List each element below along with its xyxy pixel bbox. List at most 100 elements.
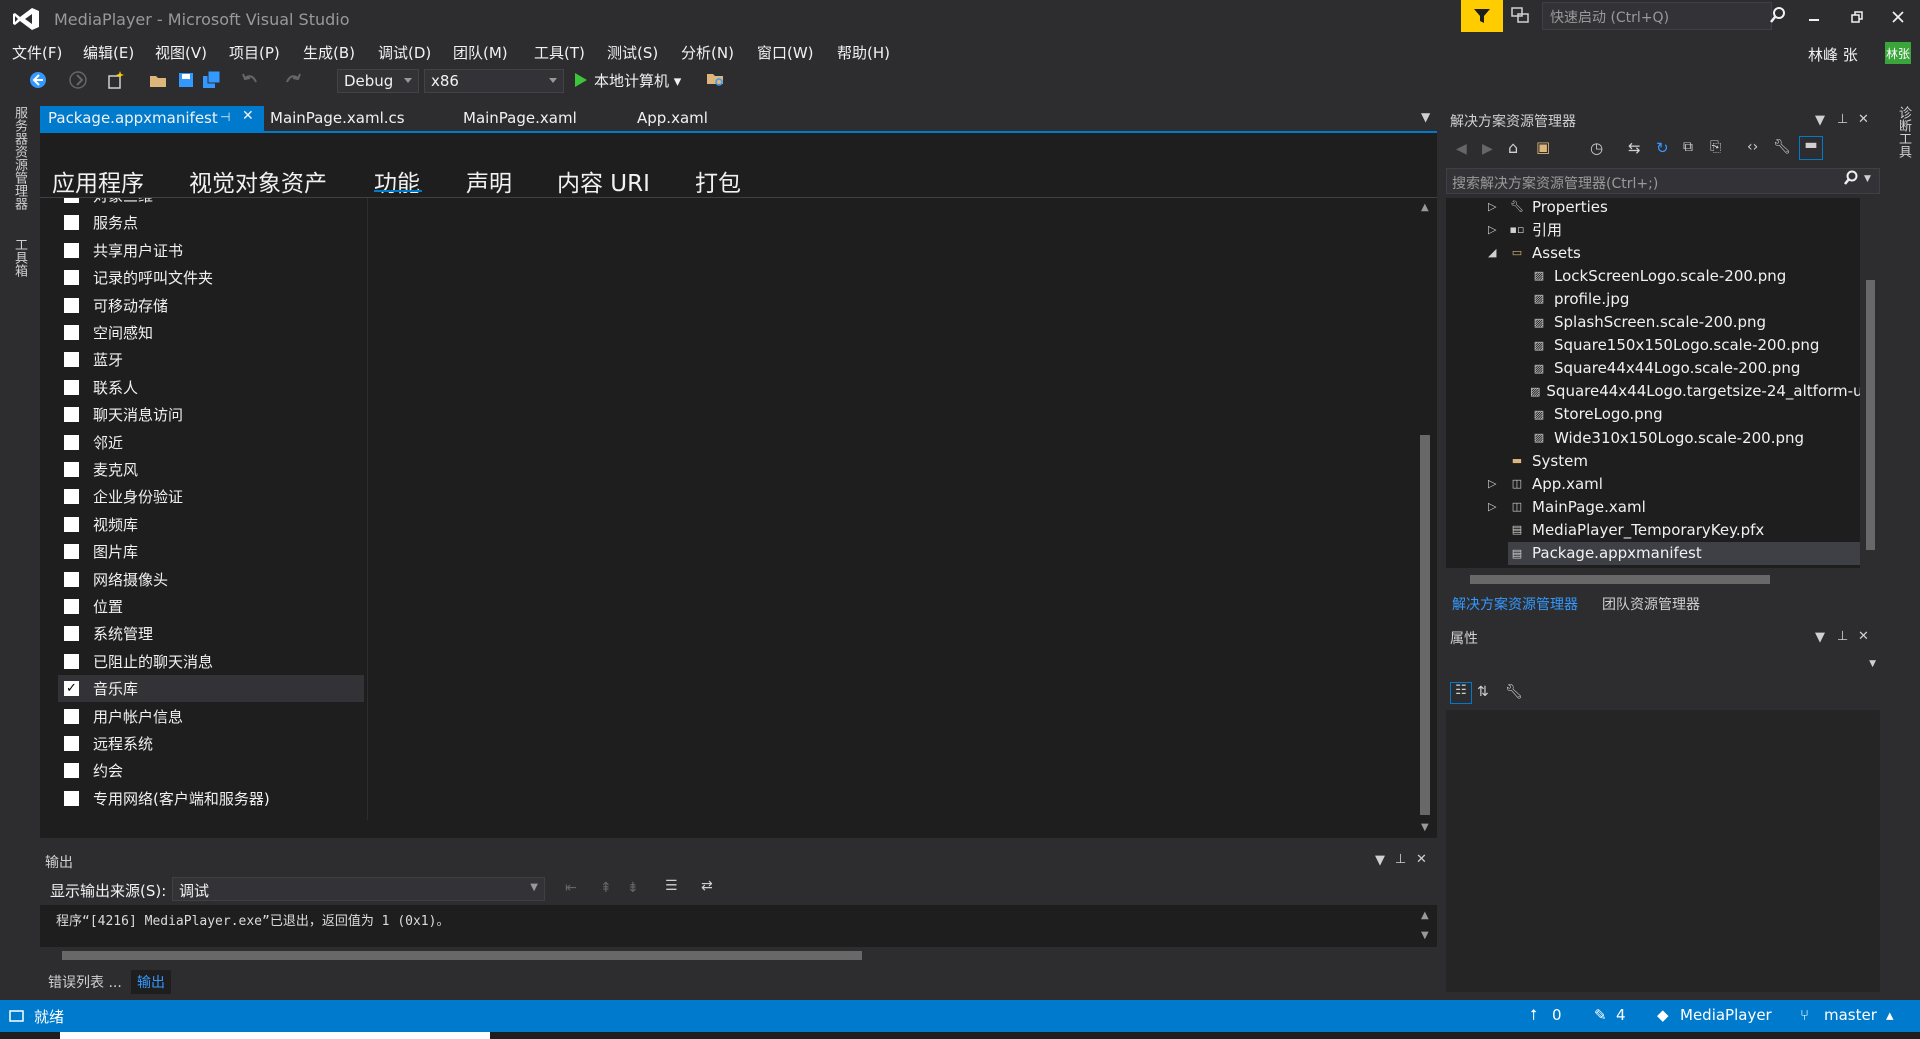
repo-icon[interactable]: ◆ <box>1657 1006 1669 1024</box>
unpublished-count[interactable]: 0 <box>1552 1006 1562 1024</box>
tab-app-xaml[interactable]: App.xaml <box>629 106 716 131</box>
forward-icon[interactable] <box>68 70 88 90</box>
menu-project[interactable]: 项目(P) <box>229 42 280 63</box>
capability-checkbox[interactable] <box>64 708 79 724</box>
capability-item[interactable]: 蓝牙 <box>58 346 364 373</box>
tab-mainpage-xaml-cs[interactable]: MainPage.xaml.cs <box>262 106 413 131</box>
se-forward-icon[interactable]: ▶ <box>1482 141 1493 157</box>
tree-node[interactable]: ▨ Square44x44Logo.scale-200.png <box>1530 357 1860 380</box>
se-back-icon[interactable]: ◀ <box>1456 141 1467 157</box>
solution-config-select[interactable]: Debug <box>337 69 419 93</box>
expand-icon[interactable]: ▷ <box>1488 500 1496 513</box>
menu-file[interactable]: 文件(F) <box>12 42 62 63</box>
capability-item[interactable]: 麦克风 <box>58 456 364 483</box>
scroll-up-icon[interactable]: ▲ <box>1421 202 1429 213</box>
view-code-icon[interactable]: ‹› <box>1747 139 1758 155</box>
menu-debug[interactable]: 调试(D) <box>378 42 431 63</box>
redo-icon[interactable] <box>283 70 303 90</box>
properties-pin-icon[interactable]: ⊥ <box>1837 629 1848 644</box>
minimize-icon[interactable] <box>1800 6 1828 28</box>
se-hscroll-thumb[interactable] <box>1470 575 1770 584</box>
tab-capabilities[interactable]: 功能 <box>374 164 420 198</box>
capability-checkbox[interactable] <box>64 407 79 423</box>
capability-item[interactable]: 图片库 <box>58 538 364 565</box>
find-message-icon[interactable]: ⇤ <box>565 880 577 896</box>
se-search-icon[interactable] <box>1843 170 1859 190</box>
capability-checkbox[interactable] <box>64 626 79 642</box>
capability-item[interactable]: 企业身份验证 <box>58 483 364 510</box>
solution-platform-select[interactable]: x86 <box>424 69 564 93</box>
pending-changes-icon[interactable]: ✎ <box>1594 1006 1607 1024</box>
word-wrap-icon[interactable]: ⇄ <box>701 878 713 894</box>
capability-item[interactable]: 服务点 <box>58 209 364 236</box>
branch-icon[interactable]: ⑂ <box>1800 1006 1809 1024</box>
tab-solution-explorer[interactable]: 解决方案资源管理器 <box>1452 594 1578 614</box>
capability-item[interactable]: ✓ 音乐库 <box>58 675 364 703</box>
scroll-down-icon[interactable]: ▼ <box>1421 822 1429 833</box>
close-tab-icon[interactable]: ✕ <box>242 108 254 124</box>
output-hscroll-thumb[interactable] <box>62 951 862 960</box>
expand-icon[interactable]: ▷ <box>1488 477 1496 490</box>
scrollbar-thumb[interactable] <box>1420 435 1430 815</box>
tab-list-dropdown-icon[interactable]: ▼ <box>1421 110 1430 124</box>
menu-build[interactable]: 生成(B) <box>303 42 355 63</box>
capability-checkbox[interactable] <box>64 379 79 395</box>
menu-view[interactable]: 视图(V) <box>155 42 207 63</box>
start-debugging-button[interactable]: 本地计算机 ▾ <box>574 70 681 91</box>
menu-test[interactable]: 测试(S) <box>607 42 658 63</box>
output-pin-icon[interactable]: ⊥ <box>1395 852 1406 867</box>
capability-item[interactable]: 邻近 <box>58 429 364 456</box>
capability-checkbox[interactable] <box>64 242 79 258</box>
capability-checkbox[interactable] <box>64 325 79 340</box>
output-close-icon[interactable]: ✕ <box>1416 852 1427 867</box>
diagnostics-tab[interactable]: 诊断工具 <box>1894 106 1913 158</box>
capability-checkbox[interactable] <box>64 790 79 806</box>
pending-changes-filter-icon[interactable]: ◷ <box>1590 139 1603 157</box>
feedback-icon[interactable] <box>1510 6 1532 26</box>
capability-item[interactable]: 已阻止的聊天消息 <box>58 648 364 675</box>
output-source-select[interactable]: 调试 ▼ <box>172 877 545 901</box>
capability-checkbox[interactable] <box>64 297 79 313</box>
close-icon[interactable] <box>1884 6 1912 28</box>
capability-checkbox[interactable] <box>64 215 79 231</box>
save-icon[interactable] <box>176 70 196 90</box>
tree-node[interactable]: ▤ MediaPlayer_TemporaryKey.pfx <box>1508 518 1860 541</box>
properties-wrench-icon[interactable]: 🔧︎ <box>1773 139 1791 155</box>
capability-item[interactable]: 共享用户证书 <box>58 237 364 264</box>
capability-item[interactable]: 位置 <box>58 593 364 620</box>
back-icon[interactable] <box>28 70 48 90</box>
capability-checkbox[interactable] <box>64 763 79 779</box>
menu-window[interactable]: 窗口(W) <box>757 42 814 63</box>
tab-packaging[interactable]: 打包 <box>695 164 741 198</box>
output-scroll-up-icon[interactable]: ▲ <box>1421 910 1429 921</box>
capability-item[interactable]: 聊天消息访问 <box>58 401 364 428</box>
capability-item[interactable]: 空间感知 <box>58 319 364 346</box>
alphabetical-icon[interactable]: ⇅ <box>1477 684 1489 700</box>
menu-team[interactable]: 团队(M) <box>453 42 508 63</box>
capability-item[interactable]: 网络摄像头 <box>58 566 364 593</box>
tree-node[interactable]: ▨ LockScreenLogo.scale-200.png <box>1530 264 1860 287</box>
restore-icon[interactable] <box>1843 6 1871 28</box>
new-project-icon[interactable] <box>106 70 126 90</box>
capability-item[interactable]: 视频库 <box>58 511 364 538</box>
capability-checkbox[interactable] <box>64 352 79 368</box>
tree-node[interactable]: ▨ Square150x150Logo.scale-200.png <box>1530 334 1860 357</box>
switch-views-icon[interactable]: ▣ <box>1536 138 1550 156</box>
expand-icon[interactable]: ▷ <box>1488 200 1496 213</box>
branch-menu-icon[interactable]: ▴ <box>1886 1006 1894 1024</box>
tab-declarations[interactable]: 声明 <box>466 164 512 198</box>
search-icon[interactable] <box>1769 6 1787 28</box>
capability-checkbox[interactable] <box>64 434 79 450</box>
tree-node[interactable]: ▷ 🔧︎ Properties <box>1488 198 1860 218</box>
tree-node[interactable]: ▷ ▪▫ 引用 <box>1488 218 1860 241</box>
tab-error-list[interactable]: 错误列表 ... <box>42 970 128 994</box>
tree-node[interactable]: ▨ StoreLogo.png <box>1530 403 1860 426</box>
toolbox-tab[interactable]: 工具箱 <box>10 238 29 277</box>
capability-checkbox[interactable] <box>64 198 79 203</box>
tree-node[interactable]: ▨ Square44x44Logo.targetsize-24_altform-u <box>1530 380 1860 403</box>
tree-node[interactable]: ▤ Package.appxmanifest <box>1508 541 1860 565</box>
capability-checkbox[interactable] <box>64 544 79 560</box>
project-name[interactable]: MediaPlayer <box>1680 1006 1772 1024</box>
capability-checkbox[interactable] <box>64 462 79 477</box>
tree-node[interactable]: ▬ System <box>1508 449 1860 472</box>
